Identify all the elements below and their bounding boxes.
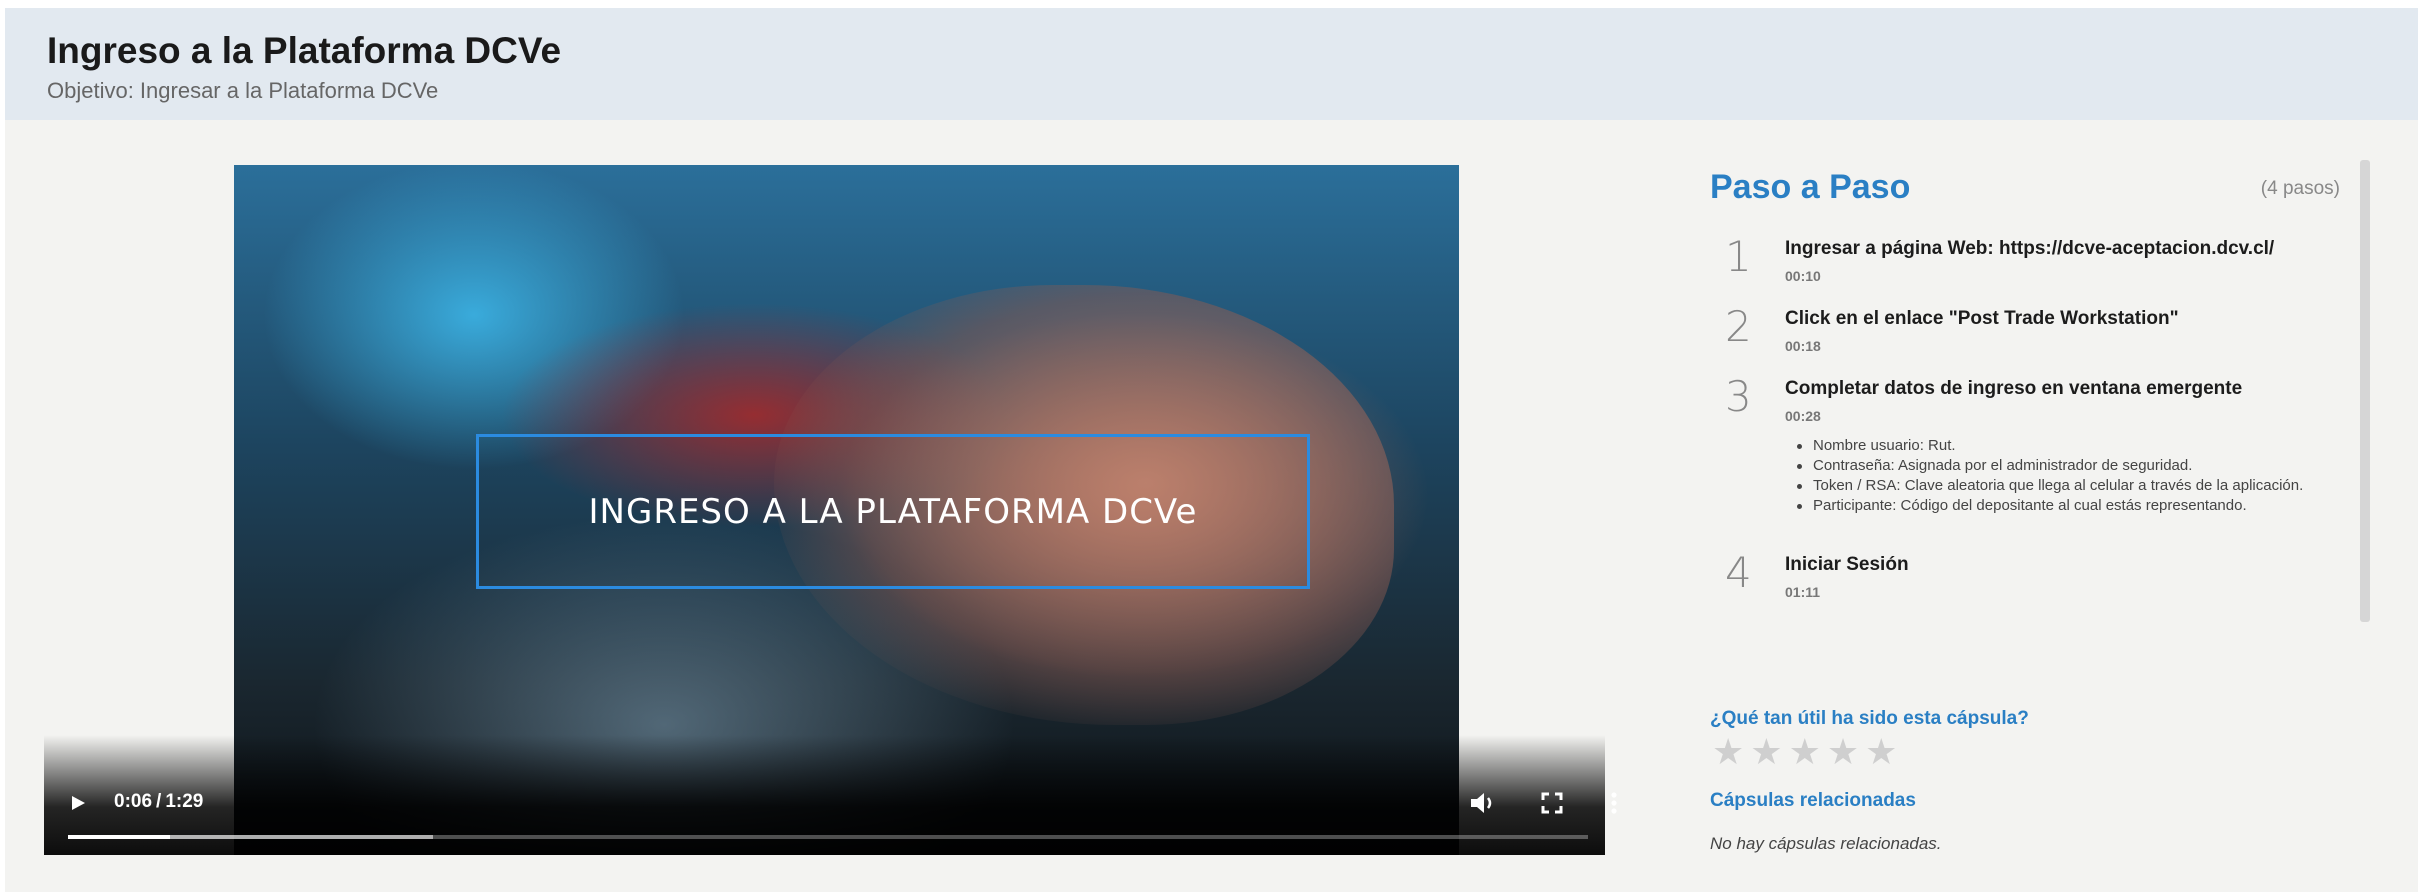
duration: 1:29: [165, 791, 204, 812]
page-title: Ingreso a la Plataforma DCVe: [47, 30, 562, 71]
step-detail-item: Token / RSA: Clave aleatoria que llega a…: [1795, 476, 2355, 496]
step-time: 00:18: [1785, 338, 1821, 354]
star-icon[interactable]: ★: [1865, 732, 1897, 772]
current-time: 0:06: [114, 791, 153, 812]
step-detail-item: Nombre usuario: Rut.: [1795, 436, 2355, 456]
step-number: 4: [1725, 548, 1752, 597]
time-display: 0:06/1:29: [114, 791, 203, 813]
step-text[interactable]: Completar datos de ingreso en ventana em…: [1785, 378, 2242, 400]
play-button[interactable]: [66, 791, 90, 815]
video-title-overlay: INGRESO A LA PLATAFORMA DCVe: [476, 434, 1310, 589]
star-icon[interactable]: ★: [1827, 732, 1859, 772]
video-controls: 0:06/1:29: [44, 735, 1617, 855]
step-number: 1: [1725, 232, 1752, 281]
related-title: Cápsulas relacionadas: [1710, 790, 1916, 811]
step-text[interactable]: Iniciar Sesión: [1785, 554, 1909, 576]
content-area: INGRESO A LA PLATAFORMA DCVe 0:06/1:29 P…: [5, 120, 2418, 892]
steps-panel: Paso a Paso (4 pasos) 1 Ingresar a págin…: [1710, 160, 2370, 622]
steps-count: (4 pasos): [2260, 178, 2340, 199]
star-rating[interactable]: ★ ★ ★ ★ ★: [1712, 732, 1897, 772]
step-number: 3: [1725, 372, 1752, 421]
fullscreen-icon: [1541, 792, 1563, 814]
step-time: 01:11: [1785, 584, 1821, 600]
volume-icon: [1471, 793, 1492, 813]
more-options-button[interactable]: [1608, 789, 1620, 817]
star-icon[interactable]: ★: [1712, 732, 1744, 772]
step-time: 00:28: [1785, 408, 1821, 424]
time-separator: /: [156, 791, 162, 812]
page-header: Ingreso a la Plataforma DCVe Objetivo: I…: [5, 8, 2418, 120]
step-details: Nombre usuario: Rut. Contraseña: Asignad…: [1795, 436, 2355, 516]
video-overlay-text: INGRESO A LA PLATAFORMA DCVe: [588, 491, 1198, 532]
star-icon[interactable]: ★: [1789, 732, 1821, 772]
video-player[interactable]: INGRESO A LA PLATAFORMA DCVe 0:06/1:29: [44, 165, 1617, 855]
steps-scrollbar[interactable]: [2360, 160, 2370, 622]
steps-heading: Paso a Paso: [1710, 168, 1911, 206]
step-number: 2: [1725, 302, 1752, 351]
more-vertical-icon: [1611, 792, 1617, 814]
fullscreen-button[interactable]: [1538, 789, 1566, 817]
played-fill: [68, 835, 170, 839]
step-detail-item: Contraseña: Asignada por el administrado…: [1795, 456, 2355, 476]
step-time: 00:10: [1785, 268, 1821, 284]
page-subtitle: Objetivo: Ingresar a la Plataforma DCVe: [47, 78, 439, 103]
step-text[interactable]: Ingresar a página Web: https://dcve-acep…: [1785, 238, 2274, 260]
step-text[interactable]: Click en el enlace "Post Trade Workstati…: [1785, 308, 2179, 330]
progress-bar[interactable]: [68, 835, 1588, 839]
step-detail-item: Participante: Código del depositante al …: [1795, 496, 2355, 516]
play-icon: [72, 796, 85, 810]
rating-question: ¿Qué tan útil ha sido esta cápsula?: [1710, 708, 2029, 729]
volume-button[interactable]: [1468, 789, 1498, 817]
star-icon[interactable]: ★: [1750, 732, 1782, 772]
related-empty-message: No hay cápsulas relacionadas.: [1710, 834, 1942, 853]
